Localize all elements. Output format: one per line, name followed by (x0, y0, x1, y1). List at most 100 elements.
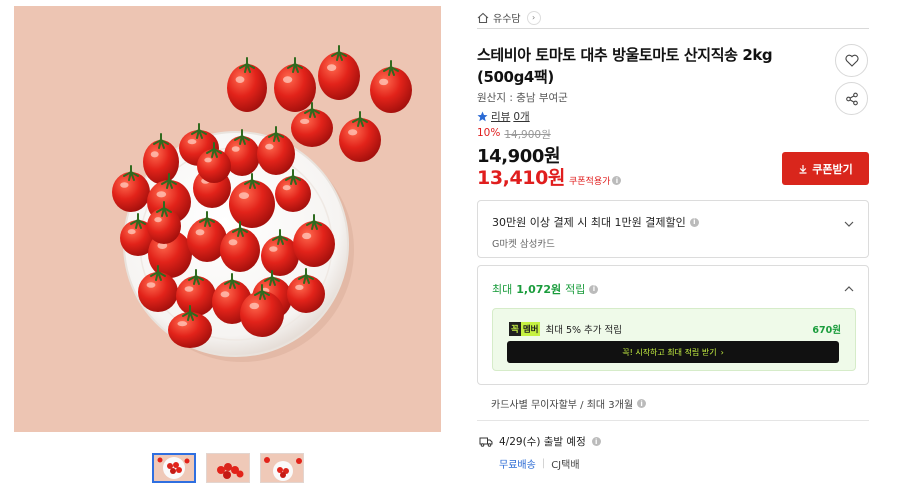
tomato-highlight (249, 302, 260, 310)
shipping-detail-row: 무료배송 | CJ택배 (499, 456, 580, 471)
tomato (168, 312, 212, 348)
tomato (197, 149, 231, 183)
tomato (227, 64, 267, 112)
shipping-eta: 4/29(수) 출발 예정 (499, 436, 586, 448)
tomato-highlight (282, 185, 291, 191)
chevron-right-icon[interactable]: › (526, 10, 541, 25)
info-icon[interactable]: i (637, 399, 647, 408)
review-label[interactable]: 리뷰 (491, 109, 510, 124)
card-benefit-title-row: 30만원 이상 결제 시 최대 1만원 결제할인 i (492, 214, 699, 230)
product-title: 스테비아 토마토 대추 방울토마토 산지직송 2kg (500g4팩) (477, 46, 773, 86)
info-icon[interactable]: i (612, 176, 622, 185)
member-badge: 꼭 멤버 (509, 322, 541, 336)
tomato (112, 172, 150, 212)
share-icon (845, 92, 858, 105)
reward-amount: 1,072원 (516, 283, 562, 296)
shipping-eta-row: 4/29(수) 출발 예정 i (479, 434, 601, 449)
card-benefit-panel[interactable]: 30만원 이상 결제 시 최대 1만원 결제할인 i G마켓 삼성카드 (477, 200, 869, 258)
tomato-highlight (300, 118, 310, 125)
info-icon[interactable]: i (591, 437, 601, 446)
tomato-highlight (154, 217, 162, 223)
chevron-right-icon: › (720, 347, 724, 357)
tomato-highlight (195, 229, 205, 236)
card-benefit-subtitle: G마켓 삼성카드 (492, 239, 555, 250)
member-badge-part-1: 꼭 (509, 322, 521, 336)
tomato (138, 272, 178, 312)
member-signup-button[interactable]: 꼭! 시작하고 최대 적립 받기 › (507, 341, 839, 363)
tomato-highlight (184, 286, 194, 292)
product-main-image (14, 6, 441, 432)
member-benefit-card: 꼭 멤버 최대 5% 추가 적립 670원 꼭! 시작하고 최대 적립 받기 › (492, 308, 856, 371)
review-summary[interactable]: 리뷰 0개 (477, 109, 530, 124)
tomato-highlight (150, 151, 159, 158)
tomato (257, 133, 295, 175)
tomato-highlight (269, 246, 278, 252)
reward-prefix: 최대 (492, 283, 513, 296)
tomato-highlight (302, 232, 312, 240)
tomato-highlight (127, 229, 136, 235)
tomato-highlight (238, 192, 250, 199)
tomato-highlight (228, 239, 238, 246)
tomato (143, 140, 179, 184)
tomato (147, 208, 181, 244)
discount-rate: 10% (477, 127, 501, 139)
installment-text: 카드사별 무이자할부 / 최대 3개월 (491, 400, 634, 411)
coupon-button-label: 쿠폰받기 (812, 162, 853, 176)
info-icon[interactable]: i (589, 284, 599, 294)
tomato-highlight (283, 76, 293, 83)
tomatoes (112, 45, 412, 348)
thumbnail-1[interactable] (152, 453, 196, 483)
coupon-note[interactable]: 쿠폰적용가 i (569, 174, 622, 187)
chevron-down-icon[interactable] (844, 219, 854, 229)
tomato-highlight (327, 64, 337, 71)
tomato-highlight (235, 76, 245, 83)
tomato-plate-photo (112, 45, 412, 362)
installment-info: 카드사별 무이자할부 / 최대 3개월 i (491, 396, 647, 411)
tomato-highlight (177, 321, 188, 327)
thumbnail-2[interactable] (206, 453, 250, 483)
wishlist-button[interactable] (835, 44, 868, 77)
member-benefit-amount: 670원 (812, 325, 841, 336)
discount-row: 10% 14,900원 (477, 127, 551, 142)
info-icon[interactable]: i (689, 217, 699, 227)
coupon-download-button[interactable]: 쿠폰받기 (782, 152, 869, 185)
tomato (318, 52, 360, 100)
star-icon (477, 111, 488, 122)
tomato-highlight (120, 182, 129, 188)
member-badge-part-2: 멤버 (520, 322, 541, 336)
tomato (229, 180, 275, 228)
thumbnail-3[interactable] (260, 453, 304, 483)
tomato (275, 176, 311, 212)
tomato (370, 67, 412, 113)
coupon-price-row: 13,410원 쿠폰적용가 i (477, 163, 622, 190)
carrier-label: CJ택배 (551, 460, 580, 471)
truck-icon (479, 437, 493, 447)
tomato-highlight (220, 291, 230, 298)
breadcrumb-store-link[interactable]: 유수담 (493, 10, 521, 25)
tomato (287, 275, 325, 313)
tomato (291, 109, 333, 147)
tomato (339, 118, 381, 162)
reward-panel: 최대 1,072원 적립 i 꼭 멤버 최대 5% 추가 적립 670원 꼭! … (477, 265, 869, 385)
reward-suffix: 적립 (565, 283, 586, 296)
origin-text: 원산지 : 충남 부여군 (477, 92, 568, 104)
reward-title: 최대 1,072원 적립 i (492, 281, 599, 297)
review-count[interactable]: 0개 (513, 109, 529, 124)
tomato-highlight (295, 284, 304, 291)
separator: | (541, 458, 546, 469)
tomato-highlight (146, 282, 156, 288)
tomato (274, 64, 316, 112)
chevron-up-icon[interactable] (844, 284, 854, 294)
card-benefit-title: 30만원 이상 결제 시 최대 1만원 결제할인 (492, 216, 686, 229)
breadcrumb: 유수담 › (477, 7, 869, 29)
download-icon (799, 164, 807, 174)
home-icon[interactable] (477, 12, 489, 24)
tomato (220, 228, 260, 272)
heart-icon (844, 54, 859, 67)
tomato-highlight (204, 157, 212, 163)
tomato-highlight (231, 146, 240, 152)
share-button[interactable] (835, 82, 868, 115)
divider (477, 420, 869, 421)
coupon-price: 13,410원 (477, 167, 565, 189)
tomato (293, 221, 335, 267)
